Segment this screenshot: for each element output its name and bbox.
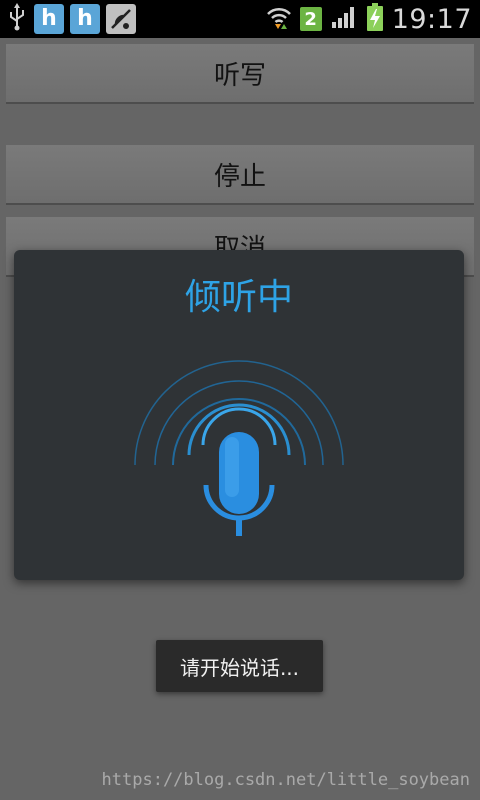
sim-icon: 2 xyxy=(299,7,322,31)
signal-icon xyxy=(330,4,358,34)
system-icons: 2 19:17 xyxy=(266,2,472,36)
battery-charging-icon xyxy=(366,2,384,36)
usb-icon xyxy=(6,2,28,36)
toast-message: 请开始说话... xyxy=(156,640,323,692)
notification-icons: h h xyxy=(6,2,136,36)
status-bar: h h 2 19:17 xyxy=(0,0,480,38)
wifi-icon xyxy=(266,4,292,34)
app-notification-icon: h xyxy=(70,4,100,34)
clock: 19:17 xyxy=(391,3,472,35)
dialog-title: 倾听中 xyxy=(184,277,293,318)
app-notification-icon: h xyxy=(34,4,64,34)
dictate-button[interactable]: 听写 xyxy=(6,44,474,104)
stop-button[interactable]: 停止 xyxy=(6,145,474,205)
microphone-icon[interactable] xyxy=(129,335,349,545)
satellite-icon xyxy=(106,4,136,34)
listening-dialog: 倾听中 xyxy=(14,250,464,580)
watermark: https://blog.csdn.net/little_soybean xyxy=(101,770,470,790)
